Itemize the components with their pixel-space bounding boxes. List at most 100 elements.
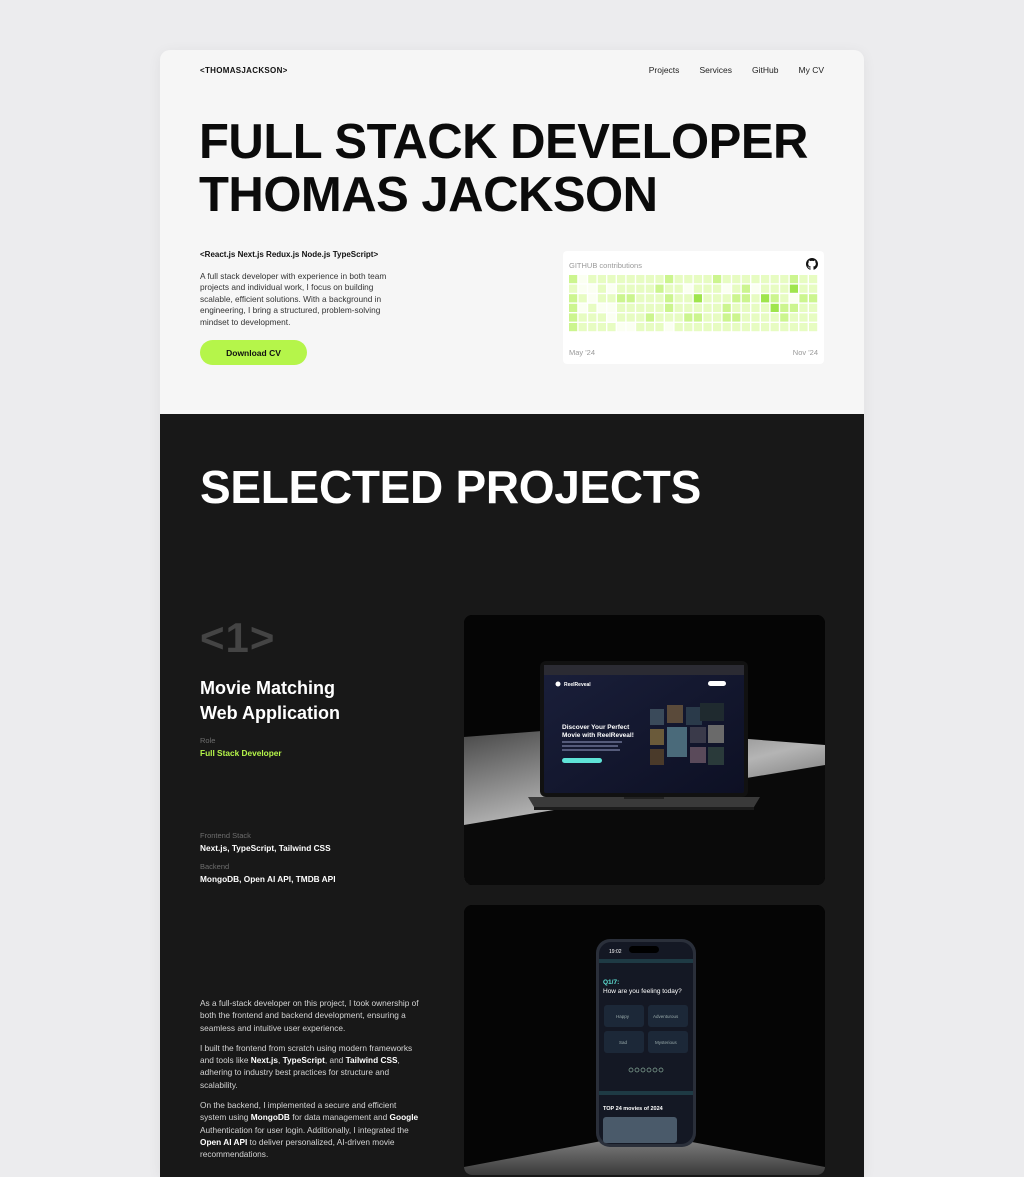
contribution-cell — [665, 323, 674, 332]
contribution-cell — [665, 303, 674, 312]
contribution-cell — [741, 294, 750, 303]
contribution-cell — [665, 313, 674, 322]
contribution-cell — [770, 313, 779, 322]
contribution-cell — [578, 303, 587, 312]
contribution-cell — [789, 284, 798, 293]
nav-services[interactable]: Services — [699, 65, 732, 75]
contribution-cell — [578, 323, 587, 332]
contribution-cell — [588, 313, 597, 322]
tech-stack: <React.js Next.js Redux.js Node.js TypeS… — [200, 250, 379, 259]
download-cv-button[interactable]: Download CV — [200, 340, 307, 365]
contribution-cell — [809, 284, 818, 293]
nav-projects[interactable]: Projects — [649, 65, 680, 75]
contribution-cell — [626, 275, 635, 284]
contribution-cell — [789, 294, 798, 303]
contribution-cell — [636, 303, 645, 312]
contribution-cell — [617, 275, 626, 284]
description-paragraph-1: As a full-stack developer on this projec… — [200, 998, 419, 1033]
github-contributions-card: GITHUB contributions May '24 Nov '24 — [563, 251, 824, 364]
contribution-cell — [617, 323, 626, 332]
contribution-cell — [713, 275, 722, 284]
contribution-cell — [741, 313, 750, 322]
contribution-cell — [578, 284, 587, 293]
contribution-cell — [626, 313, 635, 322]
contribution-cell — [636, 294, 645, 303]
contribution-cell — [770, 294, 779, 303]
project-title: Movie Matching Web Application — [200, 676, 440, 726]
contribution-cell — [732, 275, 741, 284]
contribution-cell — [799, 323, 808, 332]
contribution-cell — [741, 275, 750, 284]
role-label: Role — [200, 736, 216, 745]
contribution-cell — [655, 313, 664, 322]
contribution-cell — [684, 284, 693, 293]
contribution-cell — [799, 275, 808, 284]
contribution-cell — [703, 294, 712, 303]
contribution-cell — [770, 323, 779, 332]
contribution-cell — [674, 284, 683, 293]
contribution-cell — [809, 275, 818, 284]
phone-option-adventurous: Adventurous — [653, 1014, 679, 1019]
contribution-cell — [626, 303, 635, 312]
contribution-cell — [751, 323, 760, 332]
contribution-cell — [655, 303, 664, 312]
contribution-cell — [780, 313, 789, 322]
hero-title: FULL STACK DEVELOPER THOMAS JACKSON — [199, 116, 808, 222]
contribution-cell — [645, 323, 654, 332]
contribution-cell — [732, 294, 741, 303]
phone-option-mysterious: Mysterious — [655, 1040, 678, 1045]
frontend-value: Next.js, TypeScript, Tailwind CSS — [200, 843, 331, 853]
contribution-cell — [597, 313, 606, 322]
hero-title-line2: THOMAS JACKSON — [199, 168, 658, 222]
contribution-cell — [569, 284, 578, 293]
contribution-cell — [741, 323, 750, 332]
laptop-brand: ReelReveal — [564, 682, 591, 688]
contribution-cell — [809, 323, 818, 332]
contribution-cell — [597, 275, 606, 284]
phone-top-label: TOP 24 movies of 2024 — [603, 1106, 664, 1112]
contribution-cell — [761, 294, 770, 303]
contribution-cell — [597, 294, 606, 303]
contribution-cell — [569, 313, 578, 322]
contribution-cell — [713, 294, 722, 303]
nav-github[interactable]: GitHub — [752, 65, 778, 75]
phone-time: 19:02 — [609, 949, 622, 955]
contribution-cell — [780, 294, 789, 303]
contribution-cell — [799, 303, 808, 312]
contribution-cell — [751, 284, 760, 293]
phone-option-sad: Sad — [619, 1040, 628, 1045]
contribution-cell — [732, 313, 741, 322]
main-nav: Projects Services GitHub My CV — [649, 65, 824, 75]
site-logo[interactable]: <THOMASJACKSON> — [200, 66, 288, 75]
contribution-cell — [588, 284, 597, 293]
section-title: SELECTED PROJECTS — [200, 461, 701, 513]
contribution-cell — [626, 323, 635, 332]
contribution-cell — [636, 323, 645, 332]
contribution-cell — [636, 275, 645, 284]
contribution-cell — [607, 275, 616, 284]
contribution-cell — [569, 303, 578, 312]
contribution-cell — [597, 284, 606, 293]
intro-text: A full stack developer with experience i… — [200, 271, 387, 327]
contribution-cell — [703, 275, 712, 284]
contribution-cell — [645, 284, 654, 293]
contribution-cell — [569, 323, 578, 332]
contribution-cell — [588, 323, 597, 332]
contribution-cell — [789, 275, 798, 284]
github-icon[interactable] — [806, 258, 818, 270]
nav-my-cv[interactable]: My CV — [799, 65, 825, 75]
contribution-cell — [761, 284, 770, 293]
contribution-cell — [645, 294, 654, 303]
backend-value: MongoDB, Open AI API, TMDB API — [200, 874, 336, 884]
description-paragraph-3: On the backend, I implemented a secure a… — [200, 1100, 419, 1160]
contribution-cell — [617, 284, 626, 293]
contribution-cell — [770, 303, 779, 312]
contribution-cell — [655, 275, 664, 284]
contribution-cell — [693, 294, 702, 303]
contribution-cell — [799, 284, 808, 293]
contribution-cell — [722, 294, 731, 303]
github-contributions-title: GITHUB contributions — [569, 261, 642, 270]
contribution-cell — [751, 303, 760, 312]
contribution-cell — [569, 294, 578, 303]
contribution-cell — [722, 284, 731, 293]
